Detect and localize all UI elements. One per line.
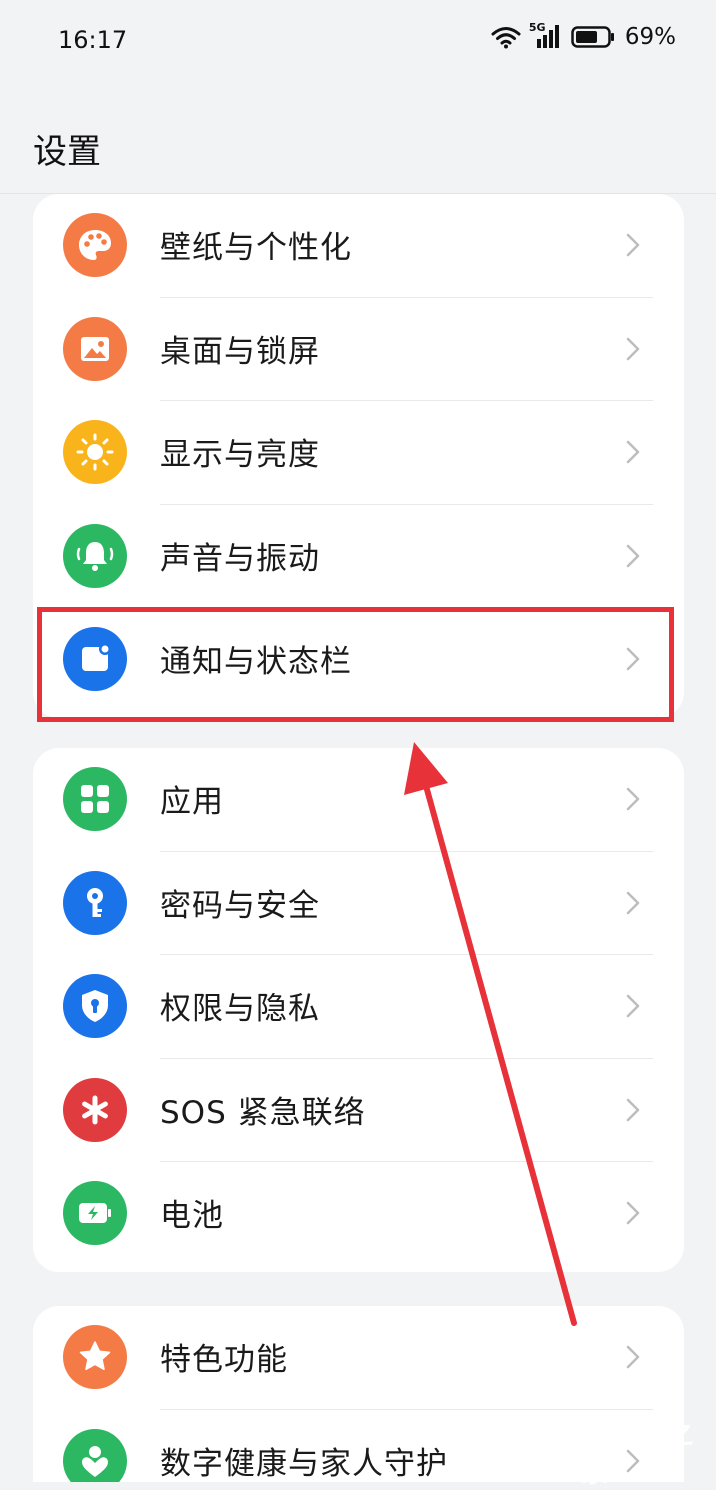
chevron-right-icon [626,544,640,567]
chevron-right-icon [626,337,640,360]
chevron-right-icon [626,233,640,257]
settings-item-special-features[interactable]: 特色功能 [33,1306,684,1410]
chevron-right-icon [626,1345,640,1369]
settings-item-label: 桌面与锁屏 [160,333,320,370]
shield-lock-icon [63,974,127,1038]
settings-item-battery[interactable]: 电池 [33,1162,684,1266]
watermark: OPPO之家 [534,1412,716,1490]
bell-icon [63,523,127,588]
watermark-text: OPPO之家 [580,1419,694,1489]
apps-grid-icon [63,767,127,831]
star-icon [63,1325,127,1389]
highlight-box [37,607,674,722]
status-icons: 5G 69% [491,21,676,50]
settings-item-sound-vibration[interactable]: 声音与振动 [33,505,684,608]
settings-item-password-security[interactable]: 密码与安全 [33,852,684,955]
key-icon [63,870,127,935]
settings-item-label: 电池 [160,1198,224,1234]
status-bar: 16:17 5G 69% [0,0,716,84]
settings-item-label: 数字健康与家人守护 [160,1445,448,1482]
settings-item-sos[interactable]: SOS 紧急联络 [33,1059,684,1162]
sun-icon [63,420,127,484]
palette-icon [63,213,127,277]
settings-group-2: 应用 密码与安全 权限与隐私 SOS 紧急联络 电池 [33,748,684,1272]
chevron-right-icon [626,1098,640,1121]
settings-item-label: SOS 紧急联络 [160,1094,366,1131]
battery-icon [63,1181,127,1245]
battery-percentage: 69% [624,24,676,50]
watermark-logo-icon [538,1431,571,1470]
asterisk-icon [63,1077,127,1142]
settings-item-desktop-lockscreen[interactable]: 桌面与锁屏 [33,298,684,401]
settings-item-label: 应用 [160,784,224,820]
chevron-right-icon [626,994,640,1018]
chevron-right-icon [626,787,640,811]
chevron-right-icon [626,1201,640,1225]
heart-person-icon [63,1428,127,1482]
settings-item-wallpaper[interactable]: 壁纸与个性化 [33,194,684,298]
settings-item-label: 显示与亮度 [160,437,320,473]
settings-item-label: 权限与隐私 [160,991,320,1027]
page-title: 设置 [33,132,101,172]
settings-item-label: 声音与振动 [160,540,320,577]
settings-item-label: 密码与安全 [160,887,320,924]
settings-item-apps[interactable]: 应用 [33,748,684,852]
cellular-signal-icon: 5G [529,21,563,50]
status-time: 16:17 [58,26,128,54]
settings-item-label: 壁纸与个性化 [160,230,352,266]
chevron-right-icon [626,891,640,914]
image-icon [63,316,127,381]
wifi-icon [491,27,521,49]
settings-item-label: 特色功能 [160,1342,288,1378]
settings-item-permissions-privacy[interactable]: 权限与隐私 [33,955,684,1059]
battery-icon [571,26,614,48]
settings-item-display-brightness[interactable]: 显示与亮度 [33,401,684,505]
chevron-right-icon [626,440,640,464]
